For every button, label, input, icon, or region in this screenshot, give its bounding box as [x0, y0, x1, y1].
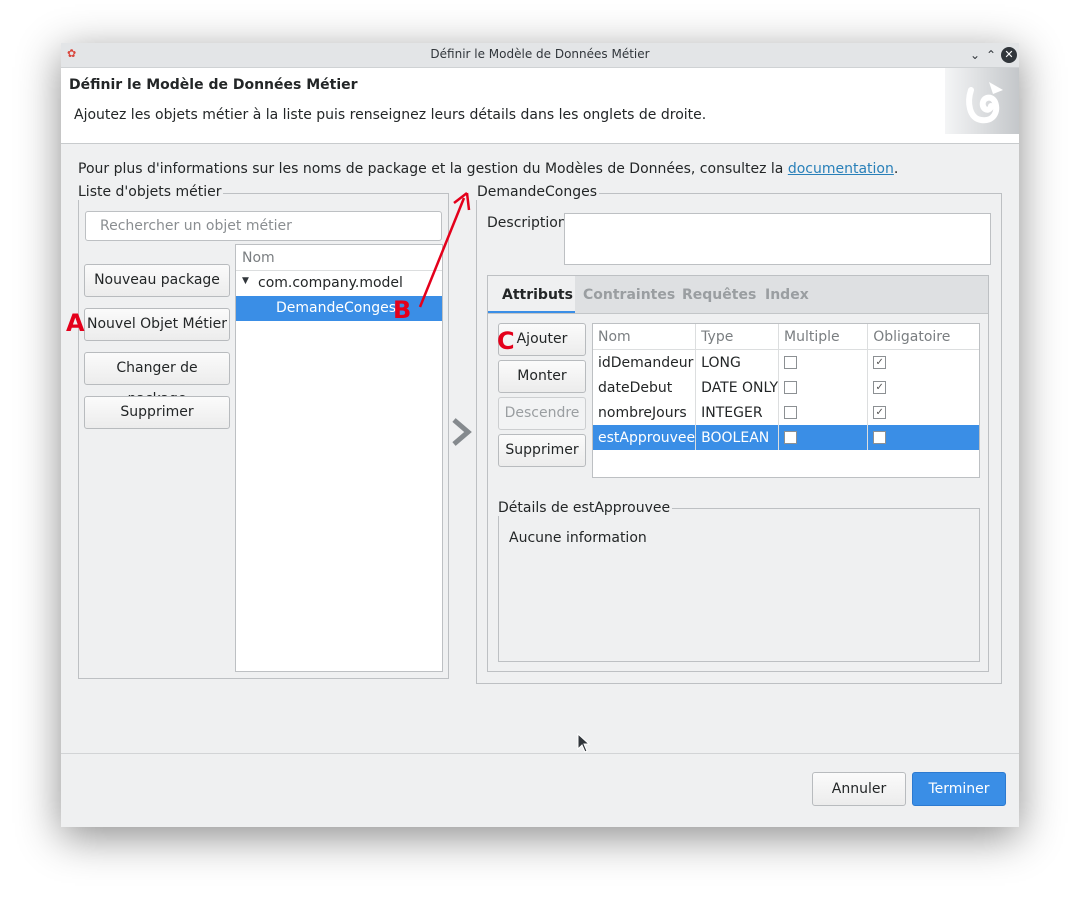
chevron-right-icon [449, 417, 475, 451]
mouse-cursor-icon [577, 732, 591, 757]
change-package-button[interactable]: Changer de package [84, 352, 230, 407]
new-business-object-button[interactable]: Nouvel Objet Métier [84, 308, 230, 341]
window-title: Définir le Modèle de Données Métier [430, 47, 650, 61]
tab-index[interactable]: Index [765, 287, 809, 303]
mandatory-checkbox[interactable]: ✓ [873, 406, 887, 419]
close-icon[interactable]: ✕ [1001, 47, 1017, 63]
tab-requetes[interactable]: Requêtes [682, 287, 756, 303]
multiple-checkbox[interactable] [784, 356, 798, 369]
table-row[interactable]: dateDebut DATE ONLY ✓ [593, 375, 979, 400]
multiple-checkbox[interactable] [784, 406, 798, 419]
col-header-mandatory: Obligatoire [867, 324, 979, 350]
maximize-icon[interactable]: ⌃ [983, 47, 999, 63]
bonita-logo [945, 68, 1019, 134]
mandatory-checkbox[interactable]: ✓ [873, 356, 887, 369]
attr-name: estApprouvee [593, 425, 697, 450]
tab-attributs[interactable]: Attributs [488, 276, 575, 313]
col-header-name: Nom [593, 324, 697, 350]
attributes-table[interactable]: Nom Type Multiple Obligatoire idDemandeu… [592, 323, 980, 478]
delete-attribute-button[interactable]: Supprimer [498, 434, 586, 467]
attr-type: BOOLEAN [695, 425, 780, 450]
expand-arrow-icon[interactable]: ▼ [242, 276, 249, 286]
page-title: Définir le Modèle de Données Métier [69, 77, 358, 93]
attribute-details-text: Aucune information [509, 530, 647, 546]
wizard-header: Définir le Modèle de Données Métier Ajou… [61, 68, 1019, 144]
move-up-button[interactable]: Monter [498, 360, 586, 393]
annotation-arrow [416, 188, 476, 317]
info-line: Pour plus d'informations sur les noms de… [78, 161, 898, 177]
annotation-marker-a: A [66, 309, 85, 337]
finish-button[interactable]: Terminer [912, 772, 1006, 806]
title-bar: ✿ Définir le Modèle de Données Métier ⌄ … [61, 43, 1019, 68]
attr-type: INTEGER [695, 400, 780, 425]
delete-object-button[interactable]: Supprimer [84, 396, 230, 429]
page-subtitle: Ajoutez les objets métier à la liste pui… [74, 107, 707, 123]
search-input[interactable]: Rechercher un objet métier [85, 211, 442, 241]
minimize-icon[interactable]: ⌄ [967, 47, 983, 63]
description-label: Description [487, 215, 567, 231]
attr-name: idDemandeur [593, 349, 697, 375]
attr-type: DATE ONLY [695, 375, 780, 400]
object-name: DemandeConges [276, 300, 396, 316]
footer-divider [61, 753, 1019, 754]
cancel-button[interactable]: Annuler [812, 772, 906, 806]
business-object-details-legend: DemandeConges [475, 184, 599, 200]
search-placeholder: Rechercher un objet métier [100, 218, 292, 234]
table-row[interactable]: idDemandeur LONG ✓ [593, 349, 979, 375]
move-down-button[interactable]: Descendre [498, 397, 586, 430]
new-package-button[interactable]: Nouveau package [84, 264, 230, 297]
tab-contraintes[interactable]: Contraintes [583, 287, 675, 303]
attributes-grid: Nom Type Multiple Obligatoire idDemandeu… [593, 324, 979, 450]
mandatory-checkbox[interactable] [873, 431, 887, 444]
multiple-checkbox[interactable] [784, 431, 798, 444]
tab-bar: Attributs Contraintes Requêtes Index [488, 276, 988, 314]
attribute-details-legend: Détails de estApprouvee [496, 500, 673, 516]
business-objects-legend: Liste d'objets métier [76, 184, 224, 200]
annotation-marker-c: C [497, 327, 515, 355]
annotation-marker-b: B [393, 296, 412, 324]
attr-name: dateDebut [593, 375, 697, 400]
documentation-link[interactable]: documentation [788, 161, 894, 177]
table-row[interactable]: nombreJours INTEGER ✓ [593, 400, 979, 425]
tree-package-row[interactable]: ▼ com.company.model [236, 272, 442, 296]
mandatory-checkbox[interactable]: ✓ [873, 381, 887, 394]
description-field[interactable] [564, 213, 991, 265]
col-header-multiple: Multiple [778, 324, 869, 350]
info-suffix: . [893, 161, 899, 177]
attr-name: nombreJours [593, 400, 697, 425]
dialog-window: ✿ Définir le Modèle de Données Métier ⌄ … [61, 43, 1019, 827]
tree-header: Nom [242, 250, 275, 266]
col-header-type: Type [695, 324, 780, 350]
business-object-tree[interactable]: Nom ▼ com.company.model DemandeConges [235, 244, 443, 672]
multiple-checkbox[interactable] [784, 381, 798, 394]
tab-attributs-label: Attributs [502, 287, 573, 303]
table-row-selected[interactable]: estApprouvee BOOLEAN [593, 425, 979, 450]
info-text: Pour plus d'informations sur les noms de… [78, 161, 788, 177]
tree-header-divider [236, 270, 442, 271]
package-name: com.company.model [258, 275, 403, 291]
attr-type: LONG [695, 349, 780, 375]
